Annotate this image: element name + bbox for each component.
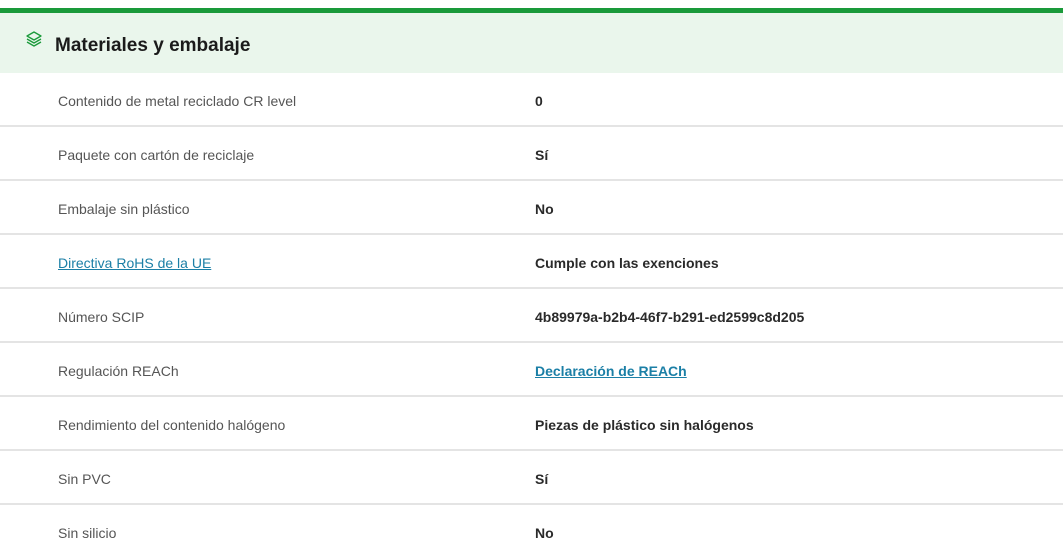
row-value: 4b89979a-b2b4-46f7-b291-ed2599c8d205 (535, 309, 805, 325)
table-row-pvc-free: Sin PVC Sí (0, 451, 1063, 505)
materials-packaging-panel: Materiales y embalaje Contenido de metal… (0, 0, 1063, 556)
section-header[interactable]: Materiales y embalaje (0, 13, 1063, 73)
row-value: No (535, 525, 554, 541)
table-row-plastic-free-packaging: Embalaje sin plástico No (0, 181, 1063, 235)
row-value: Cumple con las exenciones (535, 255, 719, 271)
section-title: Materiales y embalaje (55, 35, 251, 56)
row-label: Rendimiento del contenido halógeno (58, 417, 286, 433)
layers-icon (25, 30, 43, 48)
table-row-silicon-free: Sin silicio No (0, 505, 1063, 556)
row-label: Embalaje sin plástico (58, 201, 190, 217)
table-row-halogen-content: Rendimiento del contenido halógeno Pieza… (0, 397, 1063, 451)
table-row-recycled-metal: Contenido de metal reciclado CR level 0 (0, 73, 1063, 127)
row-value: 0 (535, 93, 543, 109)
row-label: Contenido de metal reciclado CR level (58, 93, 297, 109)
table-row-reach: Regulación REACh Declaración de REACh (0, 343, 1063, 397)
table-row-rohs: Directiva RoHS de la UE Cumple con las e… (0, 235, 1063, 289)
row-value: No (535, 201, 554, 217)
table-row-scip-number: Número SCIP 4b89979a-b2b4-46f7-b291-ed25… (0, 289, 1063, 343)
row-label: Sin silicio (58, 525, 117, 541)
attributes-table: Contenido de metal reciclado CR level 0 … (0, 73, 1063, 556)
rohs-directive-link[interactable]: Directiva RoHS de la UE (58, 254, 211, 272)
row-value: Sí (535, 147, 549, 163)
row-label: Número SCIP (58, 309, 145, 325)
row-label: Sin PVC (58, 471, 111, 487)
row-label: Paquete con cartón de reciclaje (58, 147, 255, 163)
row-value: Sí (535, 471, 549, 487)
row-value: Piezas de plástico sin halógenos (535, 417, 754, 433)
reach-declaration-link[interactable]: Declaración de REACh (535, 362, 687, 380)
row-label: Regulación REACh (58, 363, 179, 379)
table-row-recycled-cardboard: Paquete con cartón de reciclaje Sí (0, 127, 1063, 181)
